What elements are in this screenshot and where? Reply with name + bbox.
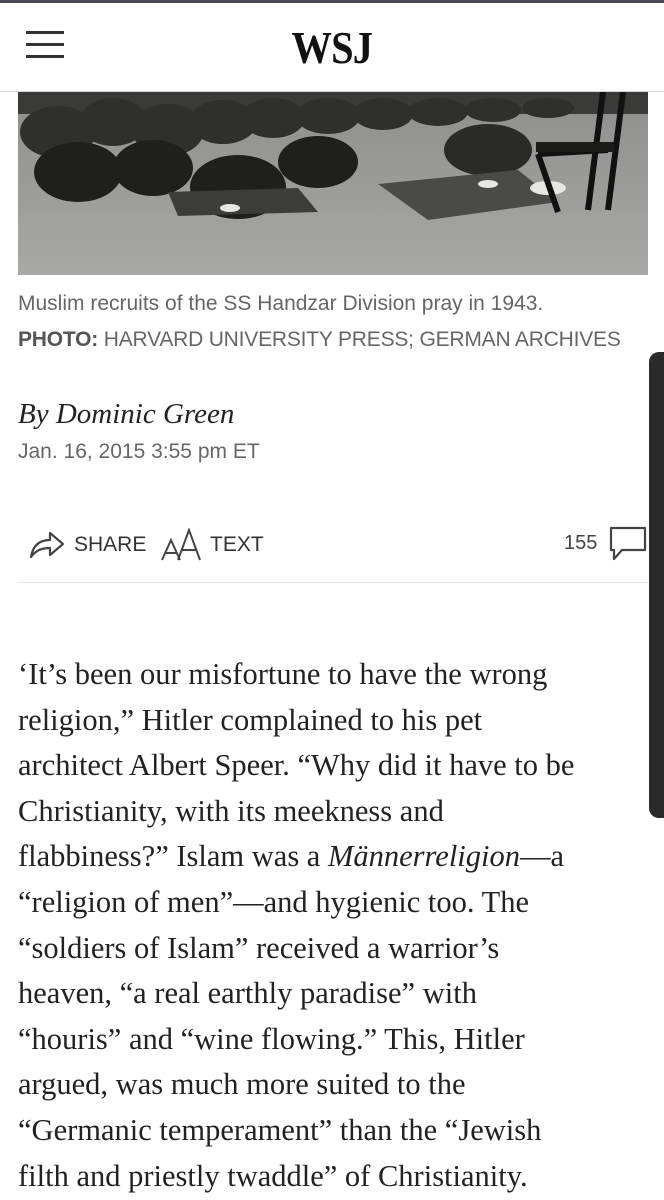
photo-credit-source: HARVARD UNIVERSITY PRESS; GERMAN ARCHIVE…: [103, 328, 621, 351]
comment-bubble-icon[interactable]: [608, 524, 648, 564]
body-line: “soldiers of Islam” received a warrior’s: [18, 930, 500, 965]
wsj-logo[interactable]: WSJ: [0, 21, 664, 74]
text-label: TEXT: [210, 533, 264, 556]
logo-text: WSJ: [291, 22, 373, 73]
photo-image: [18, 92, 648, 275]
body-line: architect Albert Speer. “Why did it have…: [18, 748, 575, 783]
photo-caption: Muslim recruits of the SS Handzar Divisi…: [18, 292, 544, 315]
toolbar-divider: [18, 582, 648, 583]
article-date: Jan. 16, 2015 3:55 pm ET: [18, 440, 260, 463]
body-line: Christianity, with its meekness and: [18, 793, 444, 828]
photo-credit-label: PHOTO:: [18, 328, 99, 351]
body-line: ‘It’s been our misfortune to have the wr…: [18, 657, 548, 691]
body-line: religion,” Hitler complained to his pet: [18, 702, 483, 737]
photo-credit: PHOTO: HARVARD UNIVERSITY PRESS; GERMAN …: [18, 328, 664, 352]
body-text-segment: flabbiness?” Islam was a: [18, 839, 328, 874]
comment-count[interactable]: 155: [564, 532, 597, 555]
body-line: “Germanic temperament” than the “Jewish: [18, 1112, 542, 1147]
site-header: WSJ: [0, 3, 664, 92]
body-line: “religion of men”—and hygienic too. The: [18, 884, 530, 919]
share-arrow-icon: [29, 531, 65, 559]
text-size-button[interactable]: TEXT: [160, 520, 264, 570]
body-line: filth and priestly twaddle” of Christian…: [18, 1158, 528, 1193]
italic-term: Männerreligion: [327, 839, 520, 874]
body-line: flabbiness?” Islam was a Männerreligion—…: [18, 834, 658, 880]
share-button[interactable]: SHARE: [28, 520, 146, 570]
body-line: argued, was much more suited to the: [18, 1067, 466, 1102]
body-line: “houris” and “wine flowing.” This, Hitle…: [18, 1021, 525, 1056]
article-body: ‘It’s been our misfortune to have the wr…: [18, 652, 658, 1199]
text-size-icon: [161, 528, 201, 561]
share-label: SHARE: [74, 533, 147, 556]
body-text-segment: —a: [520, 839, 565, 874]
article-photo: [18, 92, 648, 275]
scrollbar-thumb[interactable]: [649, 352, 664, 818]
article-toolbar: SHARE TEXT 155: [18, 520, 648, 580]
article-byline[interactable]: By Dominic Green: [18, 398, 234, 431]
body-line: heaven, “a real earthly paradise” with: [18, 976, 477, 1011]
